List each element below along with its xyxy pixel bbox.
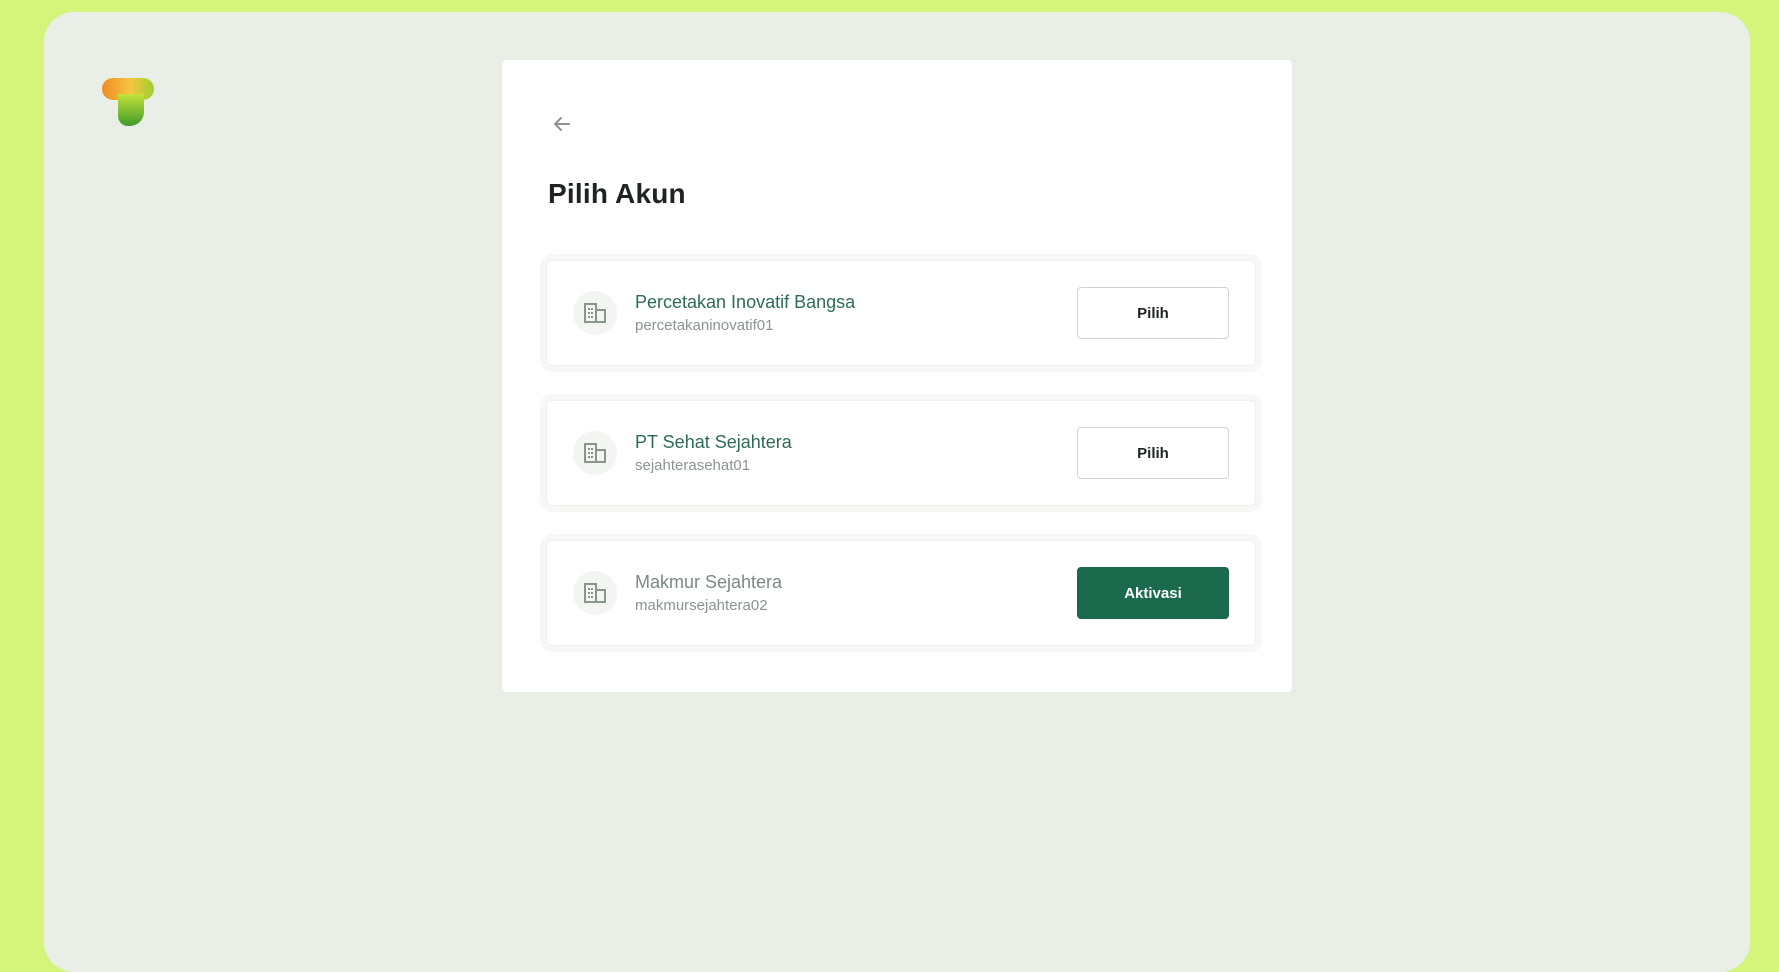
page-title: Pilih Akun (548, 178, 686, 209)
select-account-button[interactable]: Pilih (1077, 427, 1229, 479)
account-username: percetakaninovatif01 (635, 317, 774, 334)
account-username: makmursejahtera02 (635, 597, 768, 614)
account-name: PT Sehat Sejahtera (635, 432, 792, 452)
arrow-left-icon (554, 117, 570, 131)
brand-logo-icon[interactable] (98, 72, 158, 136)
select-account-button[interactable]: Pilih (1077, 287, 1229, 339)
back-button[interactable] (546, 108, 578, 140)
account-selection-card: Pilih Akun Percetakan Inovatif Bangsa pe… (502, 60, 1292, 692)
account-item: Makmur Sejahtera makmursejahtera02 Aktiv… (546, 540, 1256, 646)
building-icon (573, 571, 617, 615)
activate-account-button[interactable]: Aktivasi (1077, 567, 1229, 619)
account-list: Percetakan Inovatif Bangsa percetakanino… (546, 260, 1256, 680)
account-info: PT Sehat Sejahtera sejahterasehat01 (635, 431, 792, 476)
account-name: Makmur Sejahtera (635, 572, 783, 592)
building-icon (573, 291, 617, 335)
app-frame: Pilih Akun Percetakan Inovatif Bangsa pe… (44, 12, 1750, 972)
account-item: PT Sehat Sejahtera sejahterasehat01 Pili… (546, 400, 1256, 506)
account-username: sejahterasehat01 (635, 457, 751, 474)
account-name: Percetakan Inovatif Bangsa (635, 292, 856, 312)
building-icon (573, 431, 617, 475)
account-info: Makmur Sejahtera makmursejahtera02 (635, 571, 782, 616)
account-info: Percetakan Inovatif Bangsa percetakanino… (635, 291, 855, 336)
account-item: Percetakan Inovatif Bangsa percetakanino… (546, 260, 1256, 366)
